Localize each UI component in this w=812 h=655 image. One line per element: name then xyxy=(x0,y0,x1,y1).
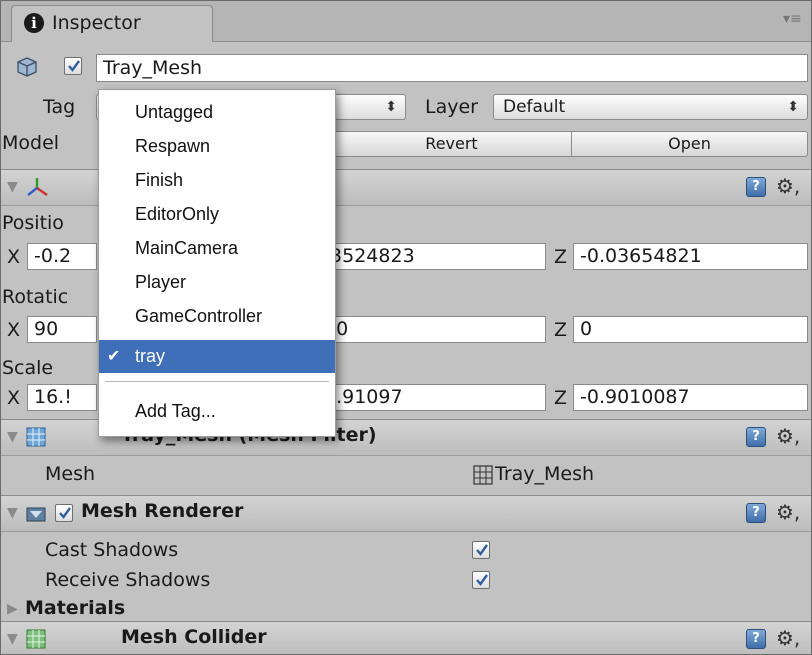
mesh-renderer-title: Mesh Renderer xyxy=(81,500,244,522)
gear-icon[interactable]: ⚙, xyxy=(776,426,800,446)
position-z-label[interactable]: Z xyxy=(554,246,567,268)
rotation-x-label[interactable]: X xyxy=(7,319,20,341)
menu-item-maincamera[interactable]: MainCamera xyxy=(99,232,335,265)
mesh-asset-icon xyxy=(473,465,493,485)
popup-arrows-icon: ⬍ xyxy=(385,99,397,115)
mesh-collider-header[interactable]: ▼ Mesh Collider ? ⚙, xyxy=(1,621,811,654)
rotation-x-field[interactable]: 90 xyxy=(27,316,97,343)
mesh-renderer-header[interactable]: ▼ Mesh Renderer ? ⚙, xyxy=(1,495,811,532)
layer-popup[interactable]: Default ⬍ xyxy=(493,94,808,120)
materials-label[interactable]: Materials xyxy=(25,597,125,619)
tab-inspector[interactable]: i Inspector xyxy=(11,5,213,42)
active-checkbox[interactable] xyxy=(64,57,82,75)
rotation-z-label[interactable]: Z xyxy=(554,319,567,341)
mesh-value[interactable]: Tray_Mesh xyxy=(495,463,594,485)
mesh-collider-icon xyxy=(26,629,46,649)
cast-shadows-checkbox[interactable] xyxy=(472,541,490,559)
layer-label: Layer xyxy=(425,96,478,118)
foldout-arrow-icon[interactable]: ▼ xyxy=(7,505,18,521)
receive-shadows-label: Receive Shadows xyxy=(45,569,211,591)
help-icon[interactable]: ? xyxy=(746,629,766,649)
transform-axes-icon xyxy=(27,178,48,196)
info-icon: i xyxy=(24,13,44,33)
position-y-field[interactable]: .3524823 xyxy=(321,243,546,270)
scale-y-field[interactable]: 0.91097 xyxy=(321,384,546,411)
mesh-filter-icon xyxy=(26,427,46,447)
panel-menu-icon[interactable]: ▾≡ xyxy=(783,11,803,27)
help-icon[interactable]: ? xyxy=(746,427,766,447)
rotation-y-field[interactable]: 80 xyxy=(321,316,546,343)
receive-shadows-checkbox[interactable] xyxy=(472,571,490,589)
position-z-field[interactable]: -0.03654821 xyxy=(573,243,808,270)
gear-icon[interactable]: ⚙, xyxy=(776,502,800,522)
foldout-arrow-icon[interactable]: ▼ xyxy=(7,429,18,445)
foldout-arrow-icon[interactable]: ▼ xyxy=(7,631,18,647)
position-x-label[interactable]: X xyxy=(7,246,20,268)
help-icon[interactable]: ? xyxy=(746,177,766,197)
tab-bar: i Inspector ▾≡ xyxy=(1,1,811,42)
gameobject-icon xyxy=(16,56,38,78)
menu-item-finish[interactable]: Finish xyxy=(99,164,335,197)
tag-label: Tag xyxy=(43,96,76,118)
rotation-z-field[interactable]: 0 xyxy=(573,316,808,343)
materials-foldout-icon[interactable]: ▶ xyxy=(7,601,18,617)
object-name-input[interactable]: Tray_Mesh xyxy=(96,54,808,82)
help-icon[interactable]: ? xyxy=(746,503,766,523)
tab-title: Inspector xyxy=(52,12,141,34)
menu-item-editoronly[interactable]: EditorOnly xyxy=(99,198,335,231)
inspector-window: i Inspector ▾≡ Tray_Mesh Tag ⬍ Layer Def… xyxy=(0,0,812,655)
mesh-renderer-enabled-checkbox[interactable] xyxy=(55,504,73,522)
scale-x-field[interactable]: 16.! xyxy=(27,384,97,411)
foldout-arrow-icon[interactable]: ▼ xyxy=(7,179,18,195)
mesh-collider-title: Mesh Collider xyxy=(121,626,267,648)
popup-arrows-icon: ⬍ xyxy=(787,99,799,115)
menu-item-gamecontroller[interactable]: GameController xyxy=(99,300,335,333)
scale-z-field[interactable]: -0.9010087 xyxy=(573,384,808,411)
menu-item-tray-label: tray xyxy=(135,346,166,366)
menu-item-add-tag[interactable]: Add Tag... xyxy=(99,395,335,428)
rotation-label: Rotatic xyxy=(2,286,69,308)
position-x-field[interactable]: -0.2 xyxy=(27,243,97,270)
scale-z-label[interactable]: Z xyxy=(554,387,567,409)
open-button[interactable]: Open xyxy=(571,131,808,157)
checkmark-icon: ✔ xyxy=(107,348,121,365)
menu-item-untagged[interactable]: Untagged xyxy=(99,96,335,129)
mesh-label: Mesh xyxy=(45,463,96,485)
revert-button[interactable]: Revert xyxy=(331,131,572,157)
menu-item-respawn[interactable]: Respawn xyxy=(99,130,335,163)
gear-icon[interactable]: ⚙, xyxy=(776,176,800,196)
menu-item-tray[interactable]: ✔ tray xyxy=(99,340,335,373)
position-label: Positio xyxy=(2,212,64,234)
mesh-renderer-icon xyxy=(26,507,46,522)
layer-value: Default xyxy=(503,97,566,117)
menu-item-player[interactable]: Player xyxy=(99,266,335,299)
cast-shadows-label: Cast Shadows xyxy=(45,539,179,561)
tag-dropdown-menu: Untagged Respawn Finish EditorOnly MainC… xyxy=(98,89,336,437)
menu-separator xyxy=(105,381,329,382)
model-label: Model xyxy=(2,132,60,154)
gear-icon[interactable]: ⚙, xyxy=(776,628,800,648)
scale-label: Scale xyxy=(2,357,54,379)
scale-x-label[interactable]: X xyxy=(7,387,20,409)
